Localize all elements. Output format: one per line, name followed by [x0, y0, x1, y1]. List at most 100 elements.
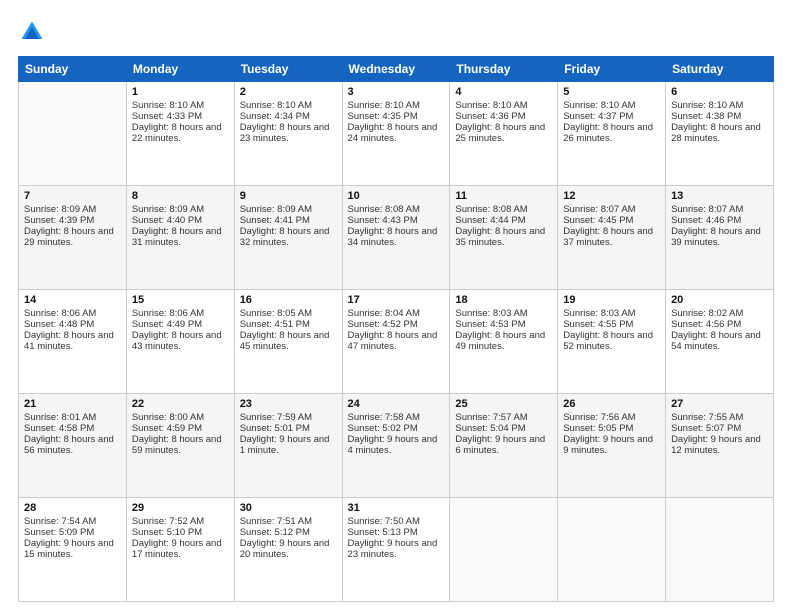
calendar-cell: 7Sunrise: 8:09 AMSunset: 4:39 PMDaylight…: [19, 186, 127, 290]
daylight-text: Daylight: 8 hours and 45 minutes.: [240, 330, 337, 352]
daylight-text: Daylight: 9 hours and 4 minutes.: [348, 434, 445, 456]
sunset-text: Sunset: 4:34 PM: [240, 111, 337, 122]
sunrise-text: Sunrise: 7:57 AM: [455, 412, 552, 423]
daylight-text: Daylight: 8 hours and 43 minutes.: [132, 330, 229, 352]
day-number: 5: [563, 86, 660, 98]
sunrise-text: Sunrise: 7:59 AM: [240, 412, 337, 423]
daylight-text: Daylight: 8 hours and 32 minutes.: [240, 226, 337, 248]
sunrise-text: Sunrise: 8:09 AM: [132, 204, 229, 215]
calendar-header-row: SundayMondayTuesdayWednesdayThursdayFrid…: [19, 57, 774, 82]
page: SundayMondayTuesdayWednesdayThursdayFrid…: [0, 0, 792, 612]
daylight-text: Daylight: 8 hours and 41 minutes.: [24, 330, 121, 352]
calendar-cell: 18Sunrise: 8:03 AMSunset: 4:53 PMDayligh…: [450, 290, 558, 394]
calendar-cell: 29Sunrise: 7:52 AMSunset: 5:10 PMDayligh…: [126, 498, 234, 602]
calendar-cell: 31Sunrise: 7:50 AMSunset: 5:13 PMDayligh…: [342, 498, 450, 602]
calendar-cell: 2Sunrise: 8:10 AMSunset: 4:34 PMDaylight…: [234, 82, 342, 186]
calendar-cell: 1Sunrise: 8:10 AMSunset: 4:33 PMDaylight…: [126, 82, 234, 186]
calendar-header-thursday: Thursday: [450, 57, 558, 82]
day-number: 21: [24, 398, 121, 410]
sunset-text: Sunset: 4:46 PM: [671, 215, 768, 226]
day-number: 10: [348, 190, 445, 202]
daylight-text: Daylight: 9 hours and 1 minute.: [240, 434, 337, 456]
daylight-text: Daylight: 8 hours and 52 minutes.: [563, 330, 660, 352]
day-number: 25: [455, 398, 552, 410]
calendar-header-wednesday: Wednesday: [342, 57, 450, 82]
sunset-text: Sunset: 5:04 PM: [455, 423, 552, 434]
day-number: 3: [348, 86, 445, 98]
calendar-cell: 9Sunrise: 8:09 AMSunset: 4:41 PMDaylight…: [234, 186, 342, 290]
day-number: 15: [132, 294, 229, 306]
sunrise-text: Sunrise: 8:01 AM: [24, 412, 121, 423]
sunrise-text: Sunrise: 8:05 AM: [240, 308, 337, 319]
sunset-text: Sunset: 4:52 PM: [348, 319, 445, 330]
day-number: 18: [455, 294, 552, 306]
daylight-text: Daylight: 8 hours and 34 minutes.: [348, 226, 445, 248]
daylight-text: Daylight: 9 hours and 12 minutes.: [671, 434, 768, 456]
logo-icon: [18, 18, 46, 46]
calendar-cell: 24Sunrise: 7:58 AMSunset: 5:02 PMDayligh…: [342, 394, 450, 498]
sunset-text: Sunset: 4:45 PM: [563, 215, 660, 226]
sunrise-text: Sunrise: 7:56 AM: [563, 412, 660, 423]
daylight-text: Daylight: 8 hours and 35 minutes.: [455, 226, 552, 248]
daylight-text: Daylight: 9 hours and 15 minutes.: [24, 538, 121, 560]
sunrise-text: Sunrise: 8:07 AM: [563, 204, 660, 215]
calendar-cell: 11Sunrise: 8:08 AMSunset: 4:44 PMDayligh…: [450, 186, 558, 290]
calendar-cell: 6Sunrise: 8:10 AMSunset: 4:38 PMDaylight…: [666, 82, 774, 186]
calendar-header-monday: Monday: [126, 57, 234, 82]
calendar-cell: 15Sunrise: 8:06 AMSunset: 4:49 PMDayligh…: [126, 290, 234, 394]
sunset-text: Sunset: 4:40 PM: [132, 215, 229, 226]
sunset-text: Sunset: 4:55 PM: [563, 319, 660, 330]
calendar-table: SundayMondayTuesdayWednesdayThursdayFrid…: [18, 56, 774, 602]
sunset-text: Sunset: 5:13 PM: [348, 527, 445, 538]
day-number: 28: [24, 502, 121, 514]
calendar-cell: 23Sunrise: 7:59 AMSunset: 5:01 PMDayligh…: [234, 394, 342, 498]
sunset-text: Sunset: 4:39 PM: [24, 215, 121, 226]
day-number: 24: [348, 398, 445, 410]
header: [18, 18, 774, 46]
day-number: 16: [240, 294, 337, 306]
day-number: 20: [671, 294, 768, 306]
daylight-text: Daylight: 8 hours and 28 minutes.: [671, 122, 768, 144]
calendar-cell: 13Sunrise: 8:07 AMSunset: 4:46 PMDayligh…: [666, 186, 774, 290]
day-number: 31: [348, 502, 445, 514]
day-number: 13: [671, 190, 768, 202]
calendar-row-2: 14Sunrise: 8:06 AMSunset: 4:48 PMDayligh…: [19, 290, 774, 394]
sunrise-text: Sunrise: 8:00 AM: [132, 412, 229, 423]
sunset-text: Sunset: 4:51 PM: [240, 319, 337, 330]
sunrise-text: Sunrise: 8:10 AM: [563, 100, 660, 111]
sunset-text: Sunset: 5:10 PM: [132, 527, 229, 538]
day-number: 6: [671, 86, 768, 98]
daylight-text: Daylight: 8 hours and 26 minutes.: [563, 122, 660, 144]
calendar-cell: 3Sunrise: 8:10 AMSunset: 4:35 PMDaylight…: [342, 82, 450, 186]
logo: [18, 18, 50, 46]
sunset-text: Sunset: 4:38 PM: [671, 111, 768, 122]
day-number: 2: [240, 86, 337, 98]
day-number: 27: [671, 398, 768, 410]
calendar-cell: 16 Sunrise: 8:05 AMSunset: 4:51 PMDayligh…: [234, 290, 342, 394]
calendar-cell: 28Sunrise: 7:54 AMSunset: 5:09 PMDayligh…: [19, 498, 127, 602]
daylight-text: Daylight: 8 hours and 47 minutes.: [348, 330, 445, 352]
sunset-text: Sunset: 4:41 PM: [240, 215, 337, 226]
daylight-text: Daylight: 9 hours and 9 minutes.: [563, 434, 660, 456]
day-number: 23: [240, 398, 337, 410]
calendar-cell: 30Sunrise: 7:51 AMSunset: 5:12 PMDayligh…: [234, 498, 342, 602]
calendar-row-3: 21Sunrise: 8:01 AMSunset: 4:58 PMDayligh…: [19, 394, 774, 498]
sunset-text: Sunset: 4:44 PM: [455, 215, 552, 226]
calendar-header-saturday: Saturday: [666, 57, 774, 82]
sunrise-text: Sunrise: 8:02 AM: [671, 308, 768, 319]
calendar-cell: [19, 82, 127, 186]
daylight-text: Daylight: 9 hours and 23 minutes.: [348, 538, 445, 560]
sunrise-text: Sunrise: 8:10 AM: [455, 100, 552, 111]
day-number: 17: [348, 294, 445, 306]
daylight-text: Daylight: 9 hours and 17 minutes.: [132, 538, 229, 560]
sunrise-text: Sunrise: 8:10 AM: [348, 100, 445, 111]
day-number: 12: [563, 190, 660, 202]
sunset-text: Sunset: 4:37 PM: [563, 111, 660, 122]
calendar-cell: 17Sunrise: 8:04 AMSunset: 4:52 PMDayligh…: [342, 290, 450, 394]
day-number: 30: [240, 502, 337, 514]
day-number: 9: [240, 190, 337, 202]
calendar-cell: 22Sunrise: 8:00 AMSunset: 4:59 PMDayligh…: [126, 394, 234, 498]
sunset-text: Sunset: 4:36 PM: [455, 111, 552, 122]
calendar-cell: 14Sunrise: 8:06 AMSunset: 4:48 PMDayligh…: [19, 290, 127, 394]
sunrise-text: Sunrise: 7:54 AM: [24, 516, 121, 527]
